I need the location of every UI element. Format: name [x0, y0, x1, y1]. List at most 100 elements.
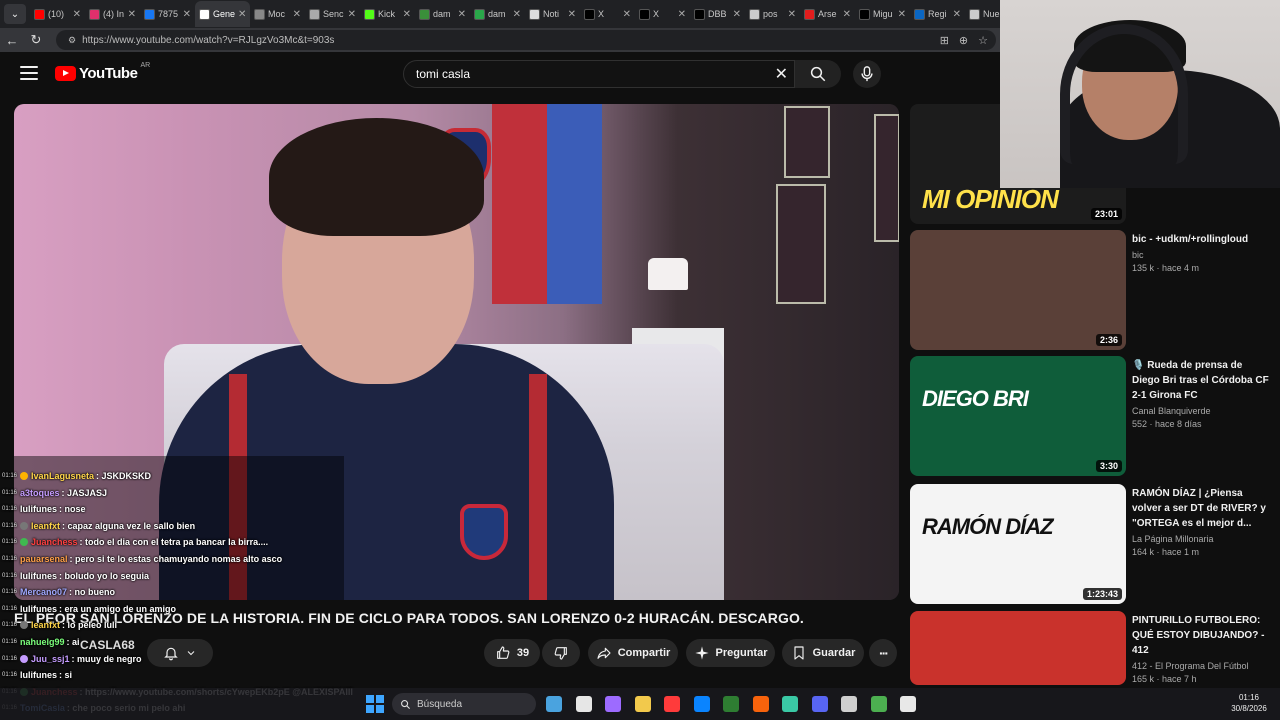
share-button[interactable]: Compartir	[588, 639, 678, 667]
recommendation-info[interactable]: RAMÓN DÍAZ | ¿Piensa volver a ser DT de …	[1132, 486, 1272, 557]
taskbar-app-steam-icon[interactable]	[841, 696, 857, 712]
url-bar[interactable]: ⚙ https://www.youtube.com/watch?v=RJLgzV…	[56, 30, 996, 50]
like-button[interactable]: 39	[484, 639, 540, 667]
recommendation-channel[interactable]: 412 - El Programa Del Fútbol	[1132, 661, 1272, 671]
close-tab-icon[interactable]: ✕	[843, 9, 851, 20]
recommendation-title[interactable]: RAMÓN DÍAZ | ¿Piensa volver a ser DT de …	[1132, 486, 1272, 531]
browser-tab[interactable]: (4) In ✕	[85, 1, 140, 27]
chat-text: : boludo yo lo seguia	[59, 570, 150, 581]
browser-tab[interactable]: pos ✕	[745, 1, 800, 27]
browser-tab[interactable]: dam ✕	[470, 1, 525, 27]
taskbar-app-notion-icon[interactable]	[900, 696, 916, 712]
recommendation-info[interactable]: bic - +udkm/+rollingloud bic 135 k · hace …	[1132, 232, 1272, 273]
guide-menu-button[interactable]	[20, 66, 38, 80]
close-tab-icon[interactable]: ✕	[623, 9, 631, 20]
site-info-icon[interactable]: ⚙	[68, 35, 76, 46]
youtube-logo[interactable]: YouTube AR	[55, 62, 150, 82]
browser-tab[interactable]: Moc ✕	[250, 1, 305, 27]
zoom-icon[interactable]: ⊕	[959, 34, 968, 47]
recommendation-item[interactable]: 2:36	[910, 230, 1126, 350]
close-tab-icon[interactable]: ✕	[788, 9, 796, 20]
dislike-button[interactable]	[542, 639, 580, 667]
browser-tab[interactable]: Arse ✕	[800, 1, 855, 27]
chat-text-content: capaz alguna vez le sallo bien	[67, 520, 196, 531]
close-tab-icon[interactable]: ✕	[403, 9, 411, 20]
save-button[interactable]: Guardar	[782, 639, 864, 667]
search-button[interactable]	[795, 60, 841, 88]
taskbar-app-store-icon[interactable]	[723, 696, 739, 712]
taskbar-app-copilot-icon[interactable]	[634, 696, 651, 712]
browser-tab[interactable]: 7875 ✕	[140, 1, 195, 27]
system-clock[interactable]: 01:16 30/8/2026	[1226, 692, 1272, 714]
recommendation-channel[interactable]: Canal Blanquiverde	[1132, 406, 1272, 416]
close-tab-icon[interactable]: ✕	[293, 9, 301, 20]
recommendation-thumbnail[interactable]: RAMÓN DÍAZ 1:23:43	[910, 484, 1126, 604]
tab-label: dam	[433, 9, 451, 19]
close-tab-icon[interactable]: ✕	[733, 9, 741, 20]
ask-button[interactable]: Preguntar	[686, 639, 775, 667]
taskbar-app-folder-icon[interactable]	[693, 696, 710, 712]
taskbar-search[interactable]: Búsqueda	[392, 693, 536, 715]
browser-tab[interactable]: dam ✕	[415, 1, 470, 27]
taskbar-app-widgets-icon[interactable]	[546, 696, 562, 712]
chat-badge-icon	[20, 472, 28, 480]
recommendation-thumbnail[interactable]: 2:36	[910, 230, 1126, 350]
close-tab-icon[interactable]: ✕	[238, 9, 246, 20]
tab-search-button[interactable]: ⌄	[4, 4, 26, 24]
reload-button[interactable]: ↻	[24, 32, 48, 48]
browser-tab[interactable]: Migu ✕	[855, 1, 910, 27]
close-tab-icon[interactable]: ✕	[458, 9, 466, 20]
browser-tab[interactable]: Kick ✕	[360, 1, 415, 27]
close-tab-icon[interactable]: ✕	[348, 9, 356, 20]
tab-strip: (10) ✕ (4) In ✕ 7875 ✕ Gene ✕ Moc ✕ Senc ✕ Kick ✕ dam ✕…	[30, 1, 1075, 27]
recommendation-title[interactable]: bic - +udkm/+rollingloud	[1132, 232, 1272, 247]
browser-tab[interactable]: X ✕	[635, 1, 690, 27]
close-tab-icon[interactable]: ✕	[513, 9, 521, 20]
back-button[interactable]: ←	[0, 33, 24, 48]
taskbar-app-xbox-icon[interactable]	[782, 696, 798, 712]
recommendation-title[interactable]: PINTURILLO FUTBOLERO: QUÉ ESTOY DIBUJAND…	[1132, 613, 1272, 658]
recommendation-item[interactable]	[910, 611, 1126, 685]
recommendation-item[interactable]: DIEGO BRI 3:30	[910, 356, 1126, 476]
start-button[interactable]	[366, 695, 384, 713]
recommendation-info[interactable]: PINTURILLO FUTBOLERO: QUÉ ESTOY DIBUJAND…	[1132, 613, 1272, 684]
browser-tab[interactable]: X ✕	[580, 1, 635, 27]
taskbar-app-pen-icon[interactable]	[605, 696, 621, 712]
close-tab-icon[interactable]: ✕	[73, 9, 81, 20]
voice-search-button[interactable]	[853, 60, 881, 88]
chat-time: 01:16	[2, 639, 18, 645]
close-tab-icon[interactable]: ✕	[568, 9, 576, 20]
taskbar-app-files-icon[interactable]	[575, 696, 592, 712]
bookmark-star-icon[interactable]: ☆	[978, 34, 988, 47]
close-tab-icon[interactable]: ✕	[953, 9, 961, 20]
install-app-icon[interactable]: ⊞	[940, 34, 949, 47]
recommendation-thumbnail[interactable]	[910, 611, 1126, 685]
browser-tab[interactable]: Senc ✕	[305, 1, 360, 27]
close-tab-icon[interactable]: ✕	[678, 9, 686, 20]
stream-chat-overlay: 01:16 IvanLagusneta: JSKDKSKD 01:16 a3toque…	[0, 454, 360, 720]
taskbar-app-opera-icon[interactable]	[664, 696, 680, 712]
close-tab-icon[interactable]: ✕	[128, 9, 136, 20]
recommendation-info[interactable]: 🎙️ Rueda de prensa de Diego Bri tras el …	[1132, 358, 1272, 429]
browser-tab[interactable]: Regi ✕	[910, 1, 965, 27]
close-tab-icon[interactable]: ✕	[183, 9, 191, 20]
taskbar-app-edge-icon[interactable]	[752, 696, 769, 712]
more-actions-button[interactable]: ···	[869, 639, 897, 667]
close-tab-icon[interactable]: ✕	[898, 9, 906, 20]
browser-tab[interactable]: DBB ✕	[690, 1, 745, 27]
tab-favicon-icon	[34, 8, 45, 20]
recommendation-channel[interactable]: La Página Millonaria	[1132, 534, 1272, 544]
chat-time: 01:16	[2, 556, 18, 562]
search-input[interactable]: tomi casla ✕	[403, 60, 795, 88]
recommendation-title[interactable]: 🎙️ Rueda de prensa de Diego Bri tras el …	[1132, 358, 1272, 403]
browser-tab[interactable]: Noti ✕	[525, 1, 580, 27]
recommendation-thumbnail[interactable]: DIEGO BRI 3:30	[910, 356, 1126, 476]
recommendation-channel[interactable]: bic	[1132, 250, 1272, 260]
browser-tab[interactable]: (10) ✕	[30, 1, 85, 27]
like-count: 39	[516, 647, 530, 659]
taskbar-app-discord-icon[interactable]	[811, 696, 828, 712]
recommendation-item[interactable]: RAMÓN DÍAZ 1:23:43	[910, 484, 1126, 604]
taskbar-app-chrome-icon[interactable]	[870, 696, 887, 712]
browser-tab[interactable]: Gene ✕	[195, 1, 250, 27]
clear-search-icon[interactable]: ✕	[775, 64, 788, 84]
